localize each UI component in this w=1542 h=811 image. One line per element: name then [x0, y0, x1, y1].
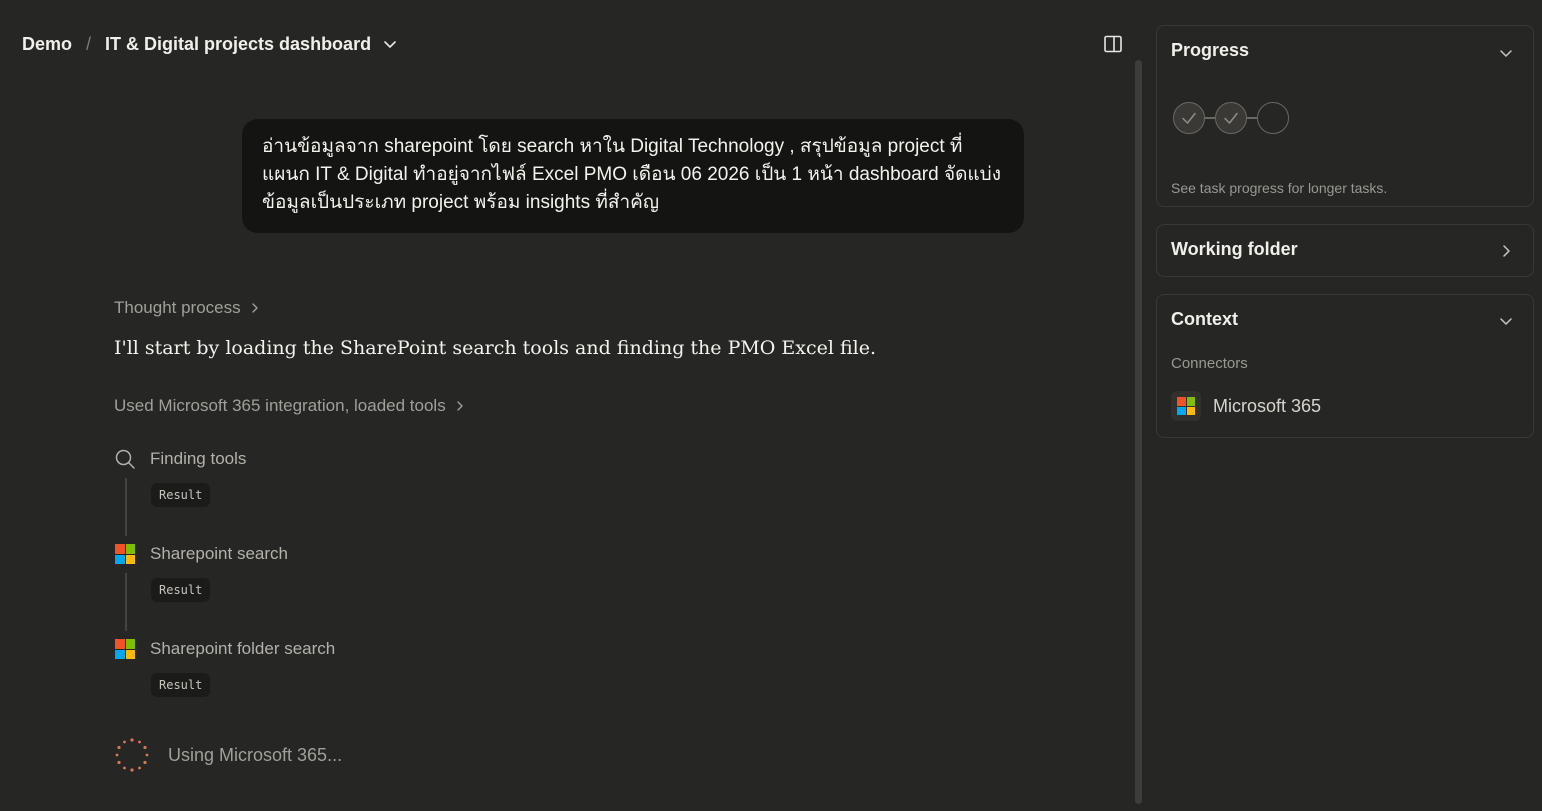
timeline-connector — [125, 573, 127, 631]
result-chip[interactable]: Result — [151, 578, 211, 602]
tools-summary-label: Used Microsoft 365 integration, loaded t… — [114, 396, 446, 415]
check-icon — [1215, 102, 1247, 134]
breadcrumb-separator: / — [86, 33, 92, 54]
connectors-label: Connectors — [1171, 355, 1248, 372]
user-message-bubble: อ่านข้อมูลจาก sharepoint โดย search หาใน… — [242, 119, 1024, 233]
check-icon — [1173, 102, 1205, 134]
working-folder-title: Working folder — [1171, 239, 1298, 259]
breadcrumb: Demo / IT & Digital projects dashboard — [22, 30, 397, 58]
tool-step-label: Finding tools — [150, 449, 247, 468]
tool-step-label: Sharepoint search — [150, 544, 288, 563]
chevron-right-icon — [457, 401, 463, 411]
microsoft-icon — [1171, 391, 1201, 421]
context-card: Context Connectors Microsoft 365 — [1156, 294, 1534, 438]
working-folder-card[interactable]: Working folder — [1156, 224, 1534, 277]
tool-step-sharepoint-folder-search: Sharepoint folder search — [114, 636, 335, 662]
scrollbar[interactable] — [1135, 60, 1142, 804]
sidebar-toggle-icon[interactable] — [1103, 34, 1123, 54]
context-title: Context — [1171, 309, 1238, 329]
connector-microsoft-365[interactable]: Microsoft 365 — [1171, 391, 1321, 421]
chevron-down-icon[interactable] — [1499, 314, 1513, 328]
pending-step-icon — [1257, 102, 1289, 134]
tools-summary-toggle[interactable]: Used Microsoft 365 integration, loaded t… — [114, 394, 466, 418]
result-chip[interactable]: Result — [151, 673, 211, 697]
progress-caption: See task progress for longer tasks. — [1171, 180, 1388, 196]
step-connector — [1205, 117, 1215, 119]
microsoft-icon — [114, 638, 136, 660]
timeline-connector — [125, 478, 127, 536]
status-text: Using Microsoft 365... — [168, 744, 343, 765]
result-chip[interactable]: Result — [151, 483, 211, 507]
tool-step-label: Sharepoint folder search — [150, 639, 336, 658]
loading-spinner-icon — [115, 738, 149, 772]
project-title-menu[interactable]: IT & Digital projects dashboard — [105, 34, 397, 55]
tool-step-sharepoint-search: Sharepoint search — [114, 541, 288, 567]
status-row: Using Microsoft 365... — [114, 737, 342, 773]
step-connector — [1247, 117, 1257, 119]
chevron-right-icon — [251, 303, 258, 313]
tool-step-finding-tools: Finding tools — [114, 446, 246, 472]
project-title: IT & Digital projects dashboard — [105, 33, 372, 54]
thought-process-label: Thought process — [114, 298, 241, 317]
chevron-down-icon[interactable] — [1499, 46, 1513, 60]
progress-title: Progress — [1171, 40, 1250, 60]
progress-steps — [1173, 101, 1289, 135]
chevron-right-icon[interactable] — [1499, 244, 1513, 258]
chevron-down-icon — [384, 41, 396, 48]
thought-process-toggle[interactable]: Thought process — [114, 296, 261, 320]
assistant-message: I'll start by loading the SharePoint sea… — [114, 337, 877, 359]
progress-card: Progress See task progress for longer ta… — [1156, 25, 1534, 207]
breadcrumb-root[interactable]: Demo — [22, 34, 72, 55]
connector-name: Microsoft 365 — [1213, 395, 1322, 416]
search-icon — [114, 448, 136, 470]
microsoft-icon — [114, 543, 136, 565]
